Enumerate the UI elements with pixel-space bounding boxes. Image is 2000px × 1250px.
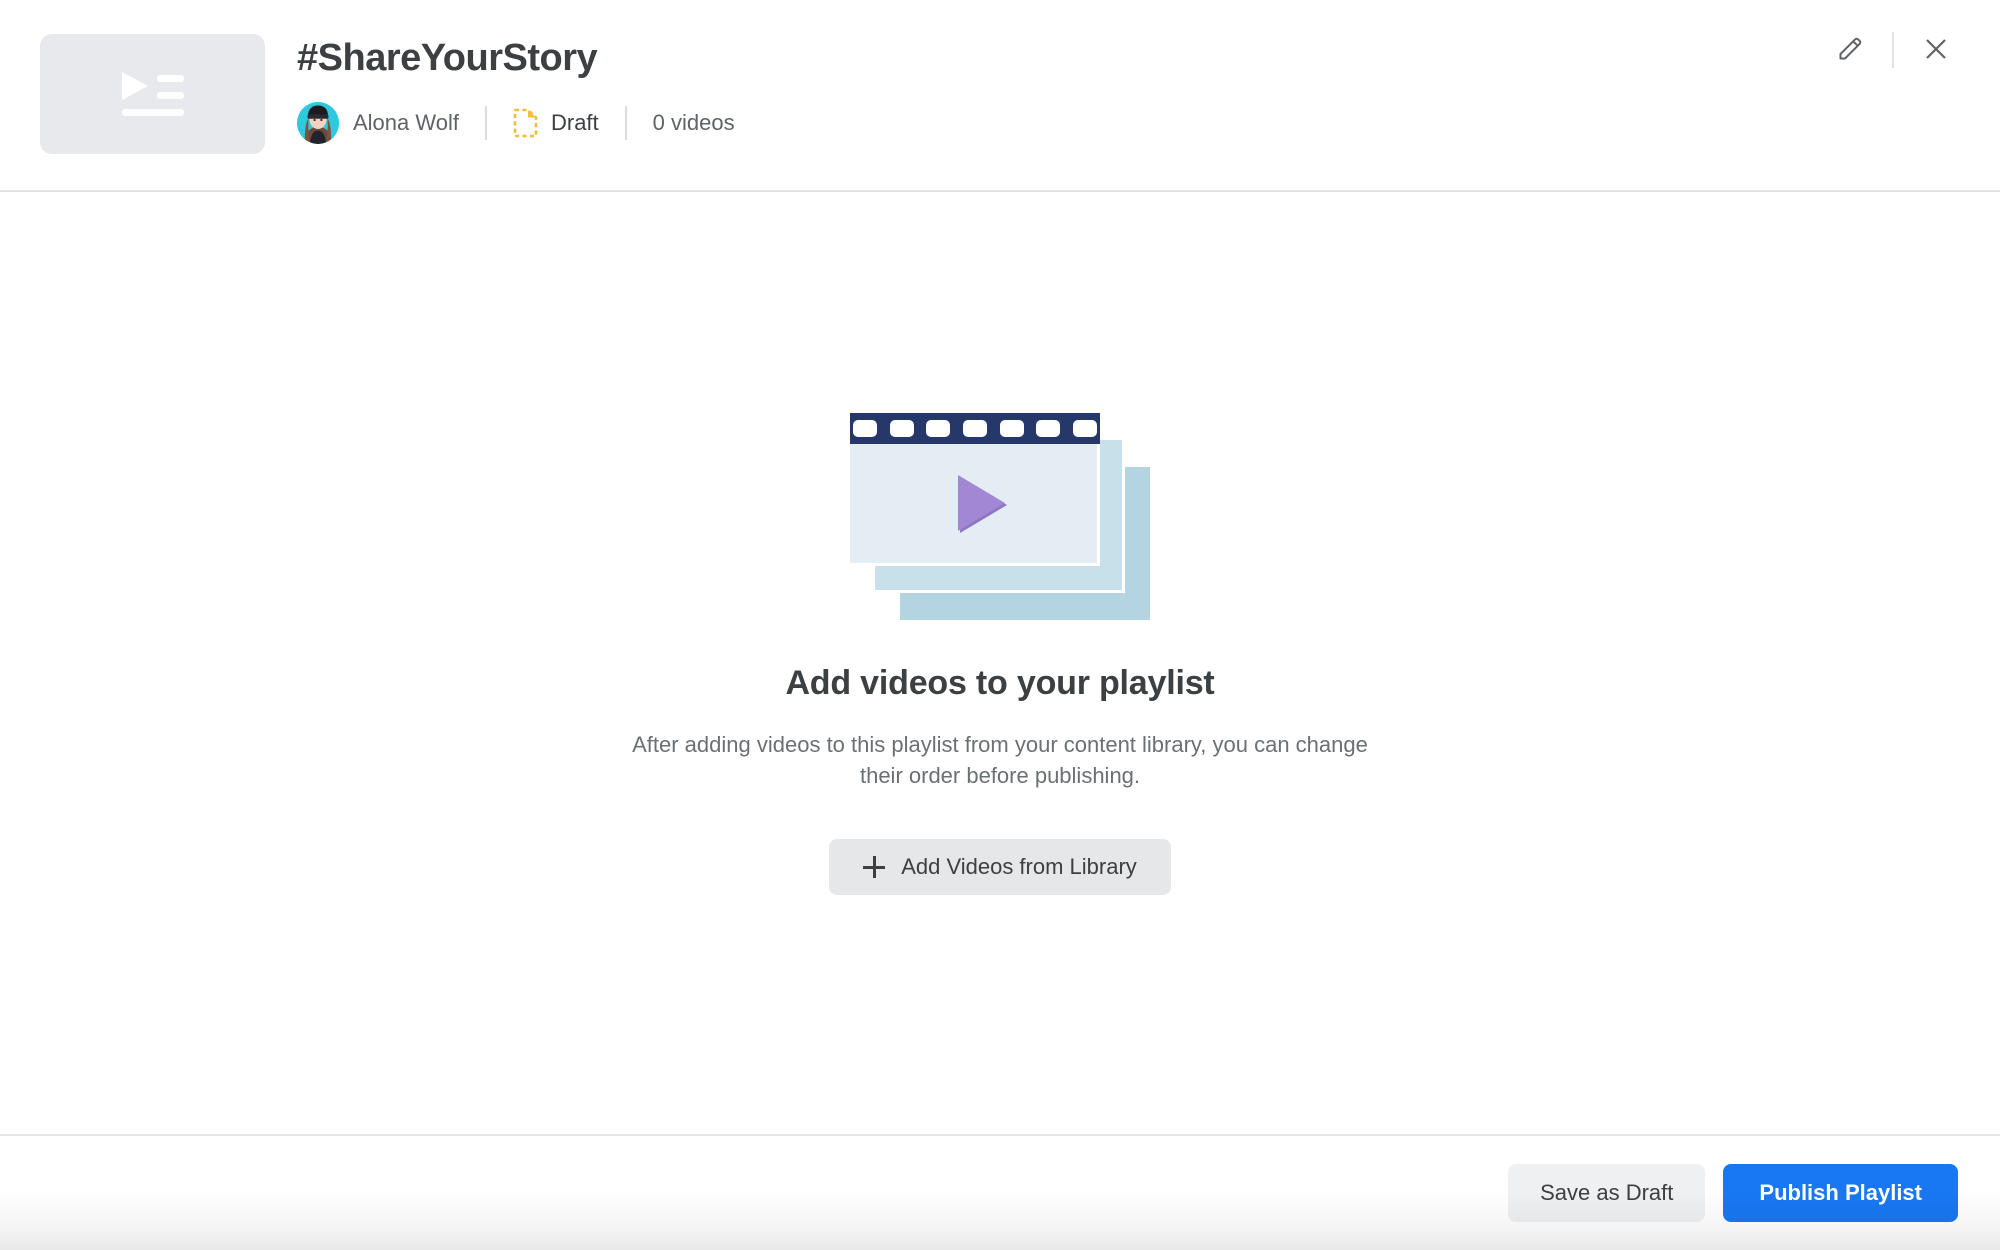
save-as-draft-button[interactable]: Save as Draft (1508, 1164, 1706, 1222)
film-strip-bar (850, 413, 1100, 444)
empty-state: Add videos to your playlist After adding… (550, 390, 1450, 896)
status-badge: Draft (513, 102, 599, 144)
meta-divider-2 (624, 105, 627, 140)
add-videos-button-label: Add Videos from Library (901, 854, 1137, 880)
status-label: Draft (550, 109, 599, 135)
playlist-body: Add videos to your playlist After adding… (0, 192, 2000, 1134)
empty-state-title: Add videos to your playlist (785, 664, 1215, 702)
close-button[interactable] (1912, 26, 1960, 74)
page-title: #ShareYourStory (297, 37, 598, 79)
avatar (297, 101, 339, 144)
video-count: 0 videos (653, 102, 735, 144)
film-hole (889, 420, 914, 437)
playlist-icon-line-2 (156, 92, 184, 99)
header-actions (1826, 26, 1960, 74)
playlist-meta-row: Alona Wolf Draft 0 videos (297, 101, 735, 144)
film-hole (962, 420, 987, 437)
draft-document-icon (513, 108, 538, 138)
publish-playlist-button[interactable]: Publish Playlist (1723, 1164, 1958, 1222)
empty-state-description: After adding videos to this playlist fro… (632, 732, 1368, 789)
video-count-label: 0 videos (652, 109, 735, 135)
playlist-owner: Alona Wolf (297, 101, 459, 144)
playlist-header: #ShareYourStory Alona Wolf Draft 0 video… (0, 0, 2000, 192)
close-icon (1920, 33, 1952, 68)
film-hole (853, 420, 877, 437)
playlist-editor-window: #ShareYourStory Alona Wolf Draft 0 video… (0, 0, 2000, 1250)
pencil-icon (1834, 33, 1866, 68)
add-videos-from-library-button[interactable]: Add Videos from Library (829, 839, 1171, 896)
playlist-icon-triangle (121, 72, 148, 100)
playlist-thumbnail-placeholder (40, 34, 265, 154)
playlist-header-text: #ShareYourStory Alona Wolf Draft 0 video… (265, 34, 735, 144)
header-action-divider (1892, 32, 1894, 68)
playlist-footer: Save as Draft Publish Playlist (0, 1134, 2000, 1250)
film-hole (1036, 420, 1061, 437)
edit-playlist-button[interactable] (1826, 26, 1874, 74)
film-hole (926, 420, 951, 437)
play-triangle-icon (958, 475, 1005, 531)
playlist-header-left: #ShareYourStory Alona Wolf Draft 0 video… (0, 34, 735, 154)
playlist-icon-line-3 (121, 109, 184, 116)
playlist-icon-line-1 (156, 75, 184, 82)
film-hole (999, 420, 1024, 437)
playlist-icon (121, 71, 184, 117)
playlist-owner-name: Alona Wolf (353, 109, 459, 135)
plus-icon (863, 856, 886, 879)
film-strip-stack-icon (850, 390, 1150, 620)
meta-divider-1 (484, 105, 487, 140)
film-hole (1072, 420, 1097, 437)
